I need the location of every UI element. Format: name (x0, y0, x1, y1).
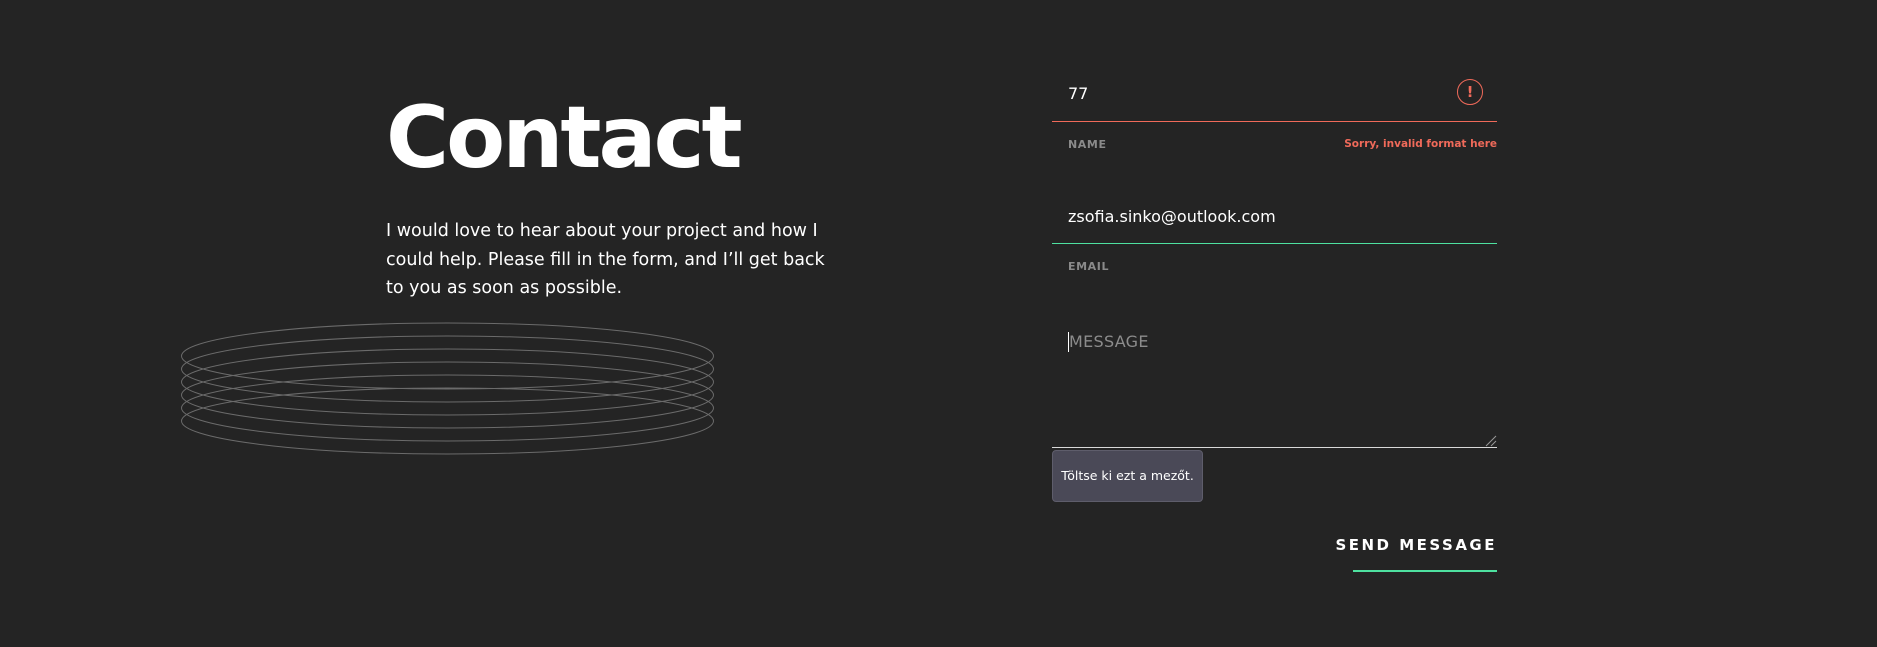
validation-tooltip: Töltse ki ezt a mezőt. (1052, 450, 1203, 502)
name-error-message: Sorry, invalid format here (1344, 138, 1497, 150)
email-input-value[interactable]: zsofia.sinko@outlook.com (1068, 207, 1276, 226)
rings-decoration-icon (181, 322, 714, 455)
send-message-underline (1353, 570, 1497, 572)
email-field[interactable]: zsofia.sinko@outlook.com EMAIL (1052, 195, 1497, 285)
resize-handle-icon[interactable] (1483, 433, 1497, 447)
page-title: Contact (386, 88, 743, 188)
email-label: EMAIL (1068, 260, 1110, 273)
message-placeholder: MESSAGE (1069, 332, 1149, 351)
email-field-underline (1052, 243, 1497, 244)
send-message-button[interactable]: SEND MESSAGE (1335, 536, 1497, 572)
name-label: NAME (1068, 138, 1107, 151)
send-message-label: SEND MESSAGE (1335, 536, 1497, 554)
name-input-value[interactable]: 77 (1068, 84, 1088, 103)
name-field-underline (1052, 121, 1497, 122)
intro-text: I would love to hear about your project … (386, 221, 825, 298)
message-textarea[interactable]: MESSAGE (1052, 300, 1497, 448)
name-field[interactable]: 77 ! NAME Sorry, invalid format here (1052, 72, 1497, 162)
contact-page: Contact I would love to hear about your … (0, 0, 1877, 647)
error-icon: ! (1457, 79, 1483, 105)
